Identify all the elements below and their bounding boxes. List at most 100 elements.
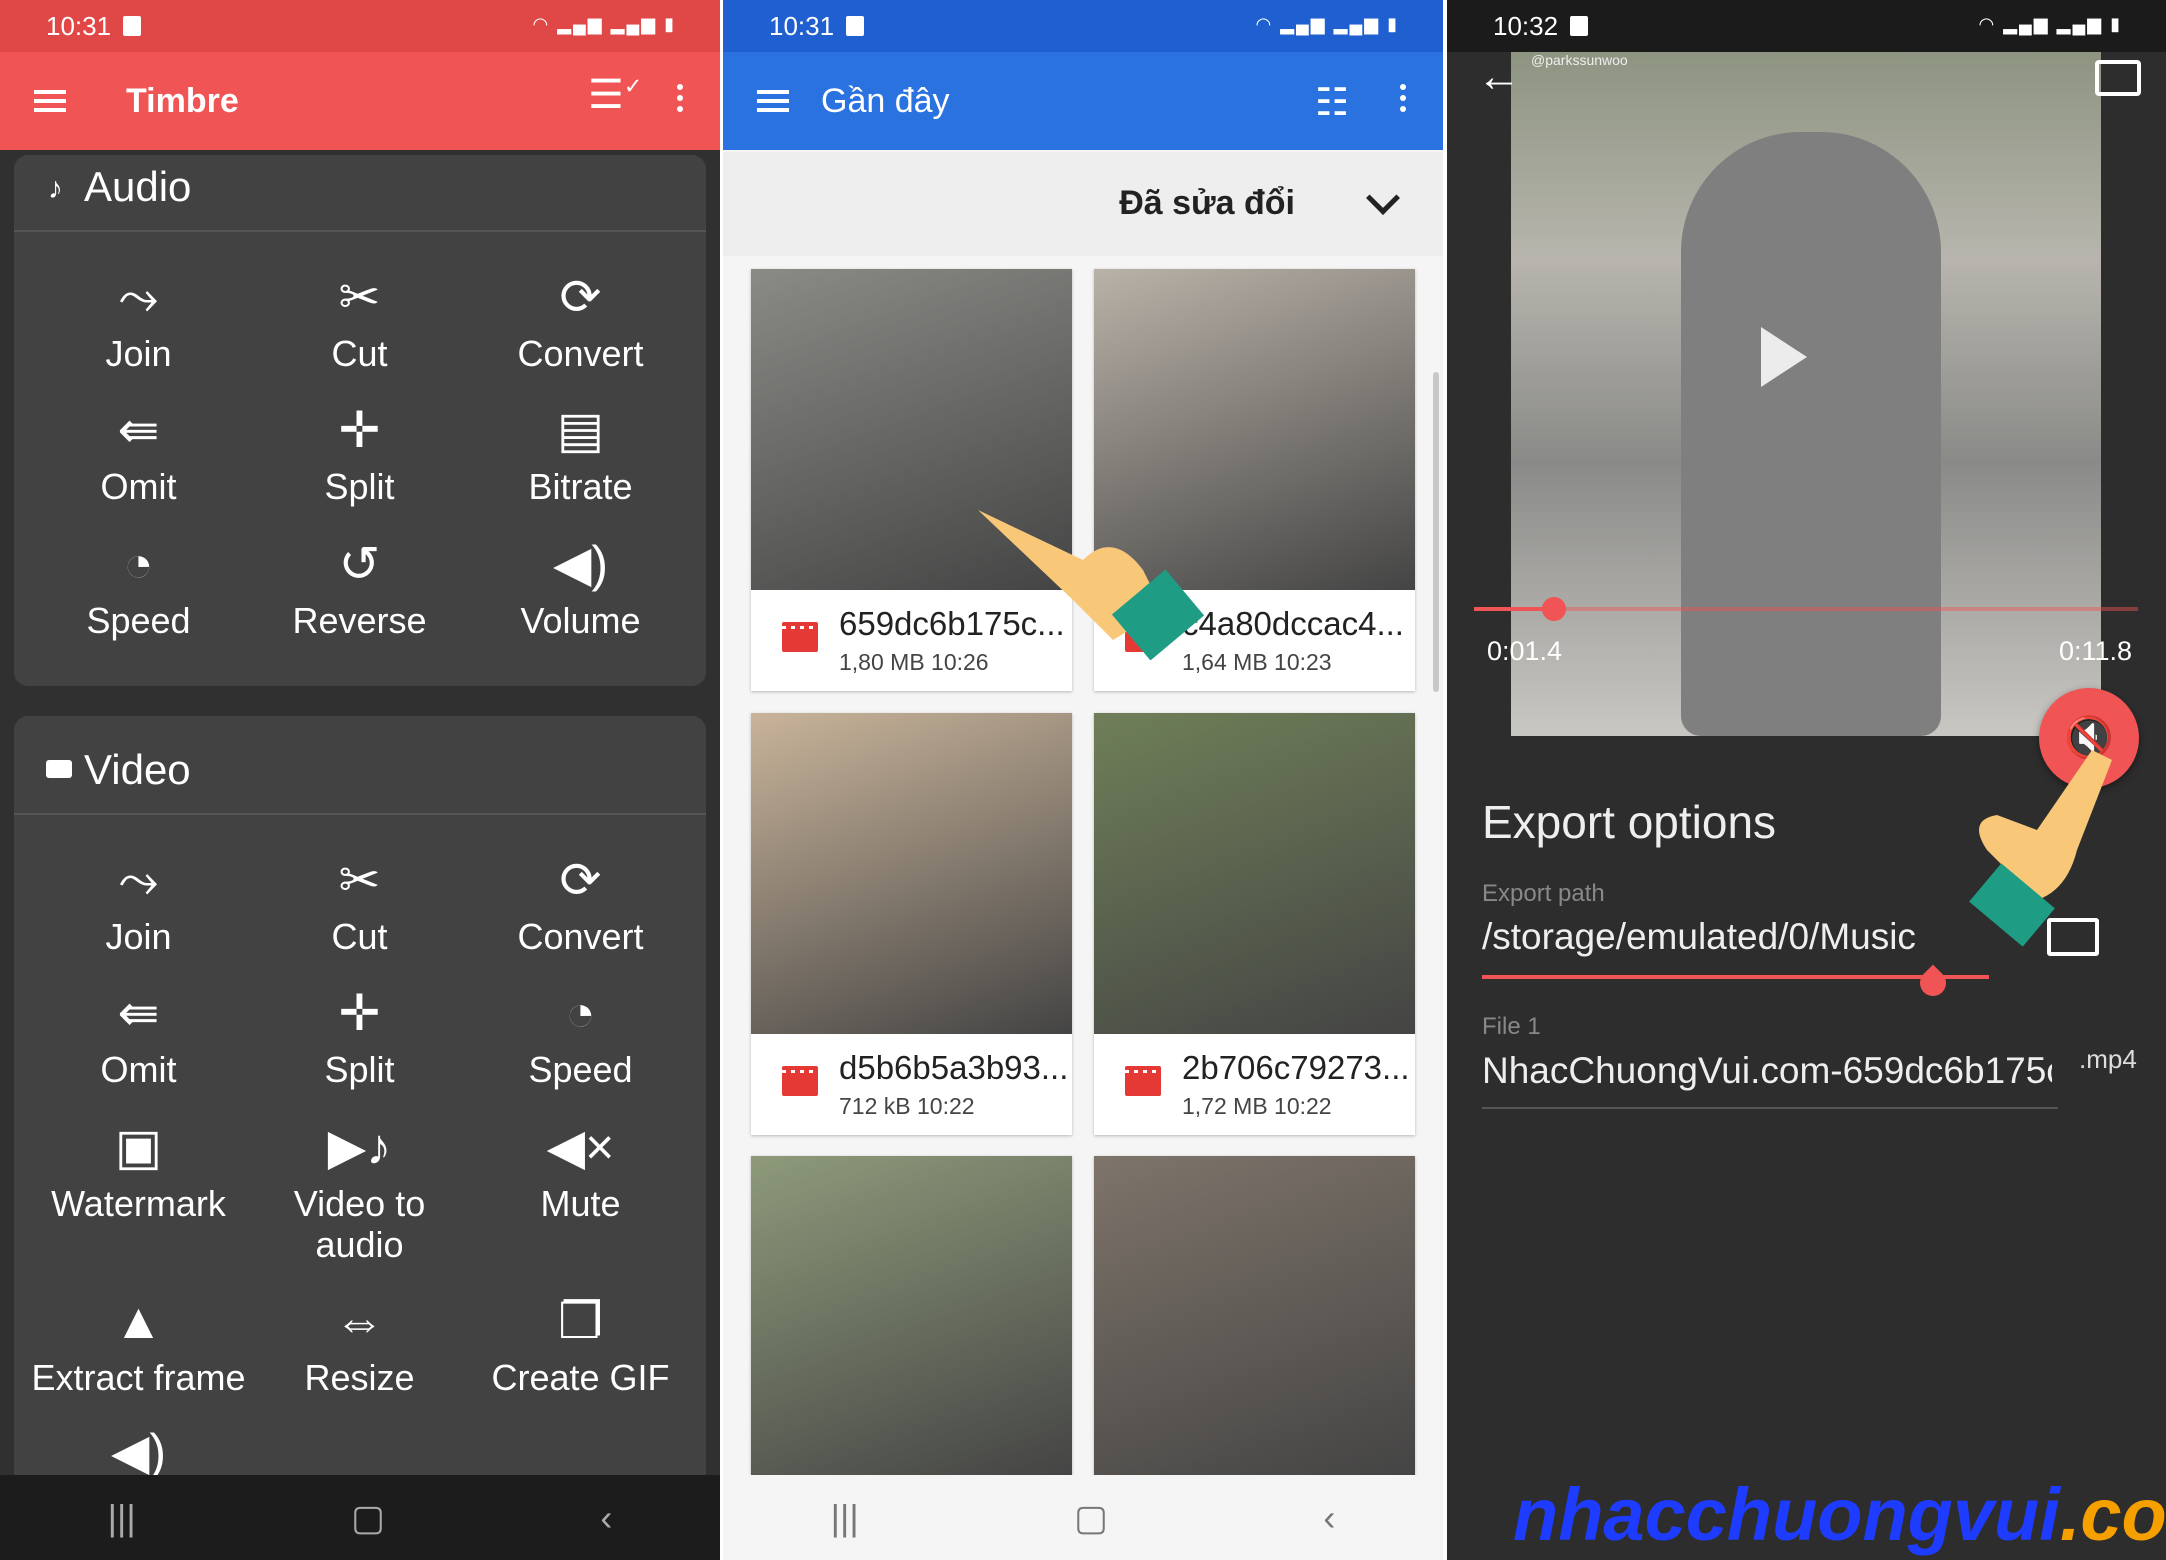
music-note-icon: ♪ [48,172,63,205]
tool-video-omit[interactable]: ⇚ Omit [28,983,249,1090]
seekbar-thumb[interactable] [1541,597,1566,621]
scissors-icon: ✂ [338,269,381,325]
home-button[interactable]: ▢ [1074,1497,1108,1539]
brand-tld: .com [2059,1473,2166,1556]
home-button[interactable]: ▢ [351,1497,385,1539]
tool-video-resize[interactable]: ⇔ Resize [249,1291,470,1398]
tool-video-video-to-audio[interactable]: ▶♪ Video to audio [249,1117,470,1265]
file-name-field[interactable]: NhacChuongVui.com-659dc6b175c5 [1482,1050,2052,1092]
video-file-card[interactable]: 2b706c79273... 1,72 MB 10:22 [1094,713,1415,1135]
tool-video-cut[interactable]: ✂ Cut [249,850,470,957]
video-file-card[interactable]: d5b6b5a3b93... 712 kB 10:22 [751,713,1072,1135]
tool-audio-reverse[interactable]: ↺ Reverse [249,534,470,641]
video-preview[interactable]: @parkssunwoo [1511,52,2101,736]
tool-video-watermark[interactable]: ▣ Watermark [28,1117,249,1224]
text-cursor-handle[interactable] [1914,964,1952,1002]
tool-label: Join [105,916,172,957]
video-file-card[interactable] [1094,1156,1415,1477]
tool-audio-split[interactable]: ✛ Split [249,400,470,507]
divider [14,230,706,232]
tool-audio-volume[interactable]: ◀) Volume [470,534,691,641]
file-name: c4a80dccac4... [1182,605,1404,642]
tool-video-speed[interactable]: ◔ Speed [470,983,691,1090]
more-options-icon[interactable] [677,84,683,90]
tool-label: Watermark [51,1183,226,1224]
tool-label: Convert [517,916,644,957]
resize-icon: ⇔ [334,1293,385,1349]
audio-section-title: Audio [84,163,192,210]
chevron-down-icon[interactable] [1366,181,1400,215]
checklist-icon[interactable]: ☰✓ [588,72,642,118]
recents-button[interactable]: ||| [108,1497,136,1539]
tool-video-create-gif[interactable]: ❐ Create GIF [470,1291,691,1398]
more-options-icon[interactable] [1400,84,1406,90]
bitrate-icon: ▤ [556,402,605,458]
menu-icon[interactable] [757,90,789,112]
tool-audio-join[interactable]: ⤳ Join [28,267,249,374]
mute-icon: ◀× [546,1119,615,1175]
back-button[interactable]: ‹ [1323,1497,1335,1539]
back-button[interactable]: ‹ [600,1497,612,1539]
export-path-underline [1482,975,1989,979]
tool-audio-omit[interactable]: ⇚ Omit [28,400,249,507]
export-path-field[interactable]: /storage/emulated/0/Music [1482,916,1916,958]
tool-audio-convert[interactable]: ⟳ Convert [470,267,691,374]
sort-dropdown[interactable]: Đã sửa đổi [1119,184,1295,223]
status-time: 10:31 [769,10,835,41]
watermark-icon: ▣ [114,1119,163,1175]
pointing-hand-icon [1969,750,2112,947]
speed-icon: ◔ [565,985,596,1041]
tool-audio-bitrate[interactable]: ▤ Bitrate [470,400,691,507]
tool-label: Speed [528,1049,633,1090]
tool-video-join[interactable]: ⤳ Join [28,850,249,957]
video-thumbnail [1094,713,1415,1034]
tool-audio-speed[interactable]: ◔ Speed [28,534,249,641]
tool-video-mute[interactable]: ◀× Mute [470,1117,691,1224]
video-seekbar[interactable] [1474,597,2138,621]
status-bar: 10:31 ◠ ▂▄▆ ▂▄▆ ▮ [0,0,720,52]
tool-video-convert[interactable]: ⟳ Convert [470,850,691,957]
video-thumbnail [751,1156,1072,1477]
tool-label: Volume [520,600,641,641]
tool-label: Bitrate [528,466,633,507]
app-title: Timbre [126,81,239,120]
notification-icon [846,16,865,36]
brand-watermark: nhacchuongvui.com [1513,1472,2166,1557]
file-name: 2b706c79273... [1182,1049,1410,1086]
omit-icon: ⇚ [117,985,160,1041]
speed-icon: ◔ [123,536,154,592]
volume-icon: ◀) [552,536,609,592]
list-view-icon[interactable]: ☷ [1315,80,1349,125]
tool-label: Cut [331,333,388,374]
split-icon: ✛ [338,402,381,458]
video-watermark: @parkssunwoo [1531,52,1628,68]
menu-icon[interactable] [34,90,66,112]
back-arrow-icon[interactable]: ← [1477,52,1521,102]
app-bar: Gần đây ☷ [723,52,1443,150]
tool-label: Split [324,1049,395,1090]
current-time: 0:01.4 [1487,636,1563,666]
audio-card: ♪ Audio ⤳ Join ✂ Cut ⟳ Convert ⇚ Omit ✛ Split ▤ Bit… [14,155,706,686]
tool-label: Video to audio [293,1183,426,1265]
join-icon: ⤳ [118,852,159,908]
play-icon[interactable] [1761,327,1807,387]
divider [14,813,706,815]
scrollbar[interactable] [1433,372,1439,692]
tool-label: Cut [331,916,388,957]
tool-audio-cut[interactable]: ✂ Cut [249,267,470,374]
status-time: 10:31 [46,10,112,41]
volume-icon: ◀) [110,1424,167,1480]
video-file-card[interactable] [751,1156,1072,1477]
tool-label: Split [324,466,395,507]
file-extension: .mp4 [2079,1044,2137,1074]
tool-label: Reverse [292,600,427,641]
video-file-icon [782,622,818,652]
tool-video-extract-frame[interactable]: ▲ Extract frame [28,1291,249,1398]
video-thumbnail [1094,1156,1415,1477]
scissors-icon: ✂ [338,852,381,908]
status-bar: 10:32 ◠ ▂▄▆ ▂▄▆ ▮ [1447,0,2166,52]
tool-video-split[interactable]: ✛ Split [249,983,470,1090]
recents-button[interactable]: ||| [831,1497,859,1539]
tool-label: Create GIF [491,1357,670,1398]
video-folder-icon[interactable] [2095,60,2141,96]
